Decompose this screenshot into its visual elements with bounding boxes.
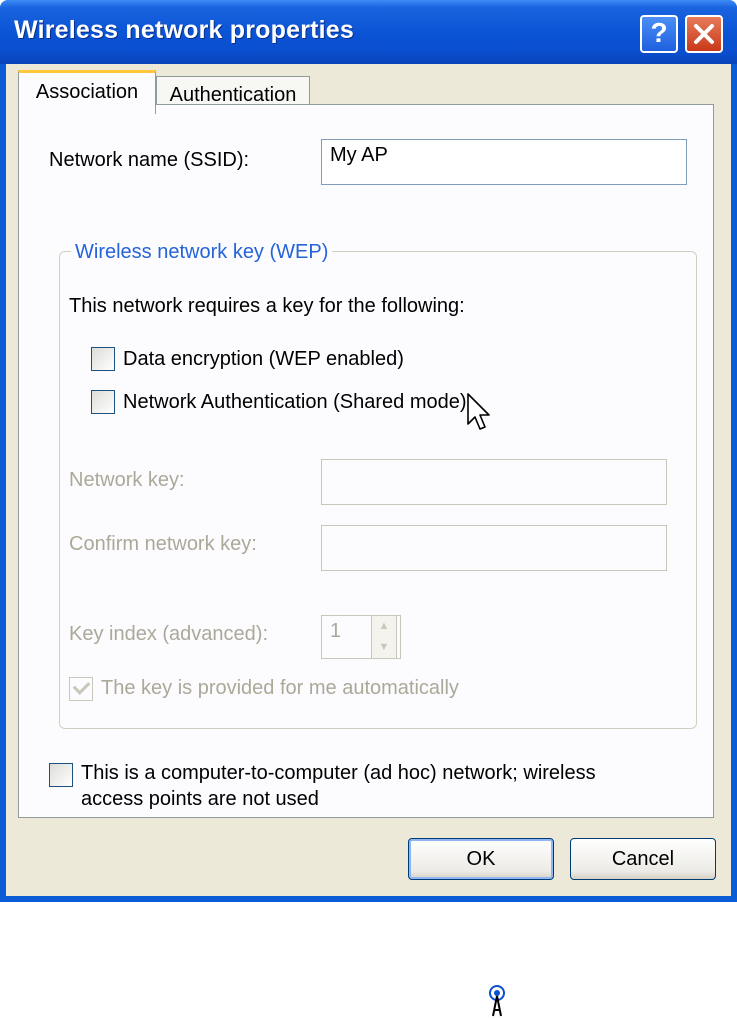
tab-association[interactable]: Association bbox=[18, 70, 156, 114]
title-bar[interactable]: Wireless network properties ? bbox=[0, 0, 737, 64]
adhoc-checkbox[interactable] bbox=[49, 763, 73, 787]
dialog-window: Wireless network properties ? Associatio… bbox=[0, 0, 737, 902]
close-button[interactable] bbox=[685, 15, 723, 53]
wep-group-title: Wireless network key (WEP) bbox=[71, 241, 333, 264]
association-panel: Network name (SSID): My AP Wireless netw… bbox=[18, 104, 714, 818]
adhoc-label-line1[interactable]: This is a computer-to-computer (ad hoc) … bbox=[81, 762, 596, 785]
confirm-key-label: Confirm network key: bbox=[69, 533, 257, 555]
network-key-input[interactable] bbox=[321, 459, 667, 505]
key-index-spinner[interactable]: ▲ ▼ bbox=[371, 615, 397, 659]
ok-button[interactable]: OK bbox=[408, 838, 554, 880]
auto-key-checkbox[interactable] bbox=[69, 677, 93, 701]
checkmark-icon bbox=[72, 677, 91, 695]
key-index-value: 1 bbox=[330, 620, 342, 642]
ssid-input[interactable]: My AP bbox=[321, 139, 687, 185]
network-auth-label[interactable]: Network Authentication (Shared mode) bbox=[123, 391, 467, 414]
spin-down-icon[interactable]: ▼ bbox=[372, 637, 396, 658]
auto-key-label[interactable]: The key is provided for me automatically bbox=[101, 677, 459, 700]
data-encryption-checkbox[interactable] bbox=[91, 347, 115, 371]
adhoc-label-line2[interactable]: access points are not used bbox=[81, 788, 319, 811]
network-key-label: Network key: bbox=[69, 469, 185, 491]
ssid-label: Network name (SSID): bbox=[49, 149, 250, 171]
help-button[interactable]: ? bbox=[640, 15, 678, 53]
cancel-button[interactable]: Cancel bbox=[570, 838, 716, 880]
confirm-key-input[interactable] bbox=[321, 525, 667, 571]
spin-up-icon[interactable]: ▲ bbox=[372, 616, 396, 637]
arrow-cursor-icon bbox=[467, 393, 490, 430]
network-auth-checkbox[interactable] bbox=[91, 390, 115, 414]
key-index-label: Key index (advanced): bbox=[69, 623, 269, 645]
wireless-tray-icon bbox=[489, 985, 505, 1017]
window-title: Wireless network properties bbox=[14, 16, 355, 44]
close-icon bbox=[694, 24, 714, 44]
requires-key-text: This network requires a key for the foll… bbox=[69, 295, 465, 317]
data-encryption-label[interactable]: Data encryption (WEP enabled) bbox=[123, 348, 404, 371]
dialog-client-area: Association Authentication Network name … bbox=[6, 64, 731, 896]
